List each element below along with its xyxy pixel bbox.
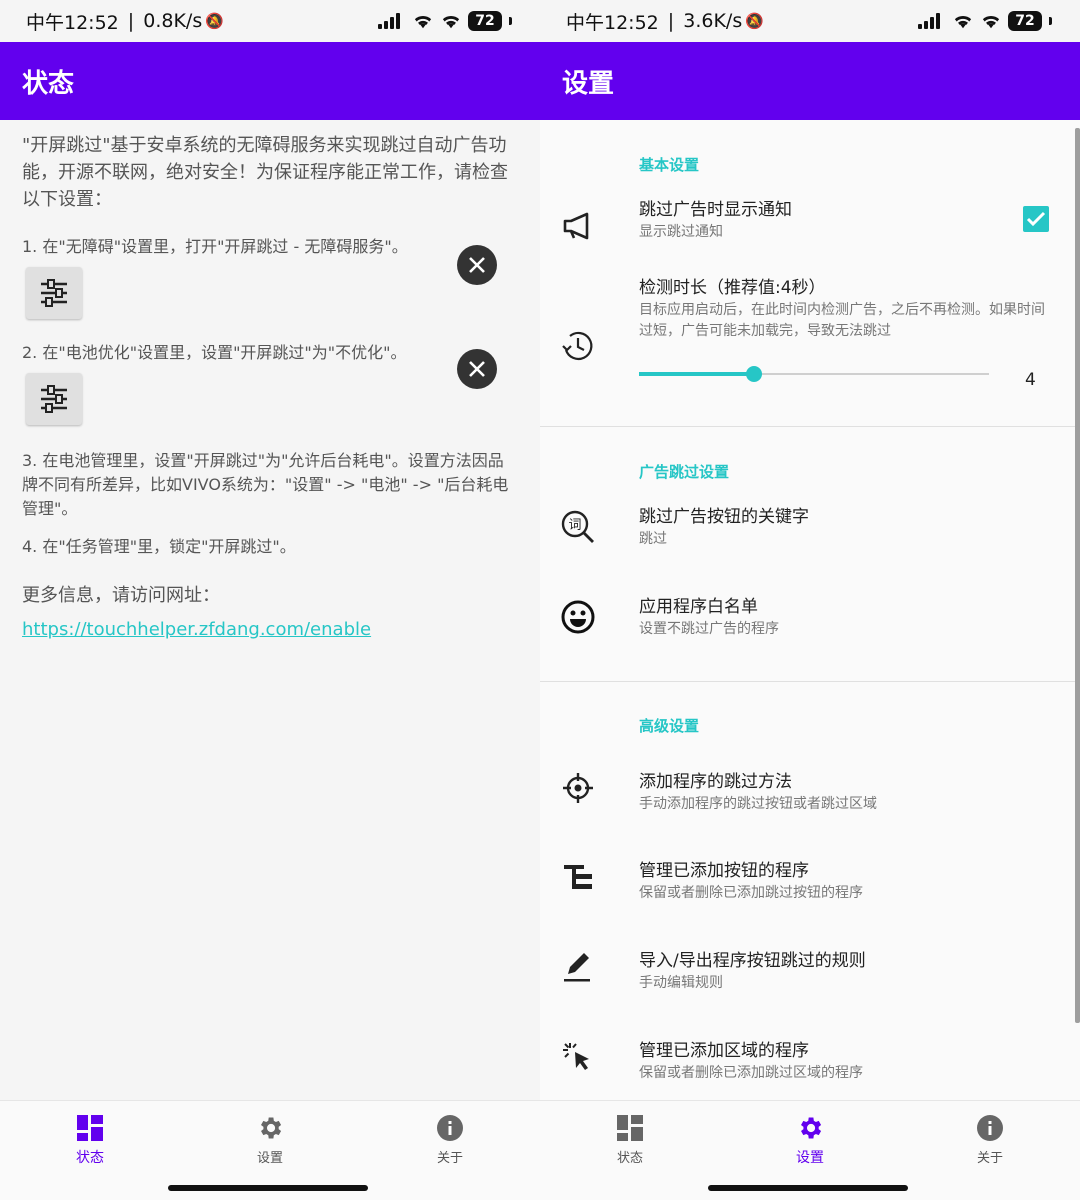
pref-app-whitelist[interactable]: 应用程序白名单 设置不跳过广告的程序: [540, 595, 1080, 681]
pref-title: 添加程序的跳过方法: [639, 772, 792, 792]
step-1-not-ok-icon: [457, 245, 497, 285]
pref-title: 应用程序白名单: [639, 597, 758, 617]
step-4-text: 4. 在"任务管理"里，锁定"开屏跳过"。: [22, 537, 296, 556]
slider-fill: [639, 372, 755, 376]
wifi-icon-2: [982, 15, 1000, 29]
pref-title: 检测时长（推荐值:4秒）: [639, 278, 826, 298]
pref-manage-buttons[interactable]: 管理已添加按钮的程序 保留或者删除已添加跳过按钮的程序: [540, 859, 1080, 949]
duration-slider[interactable]: [639, 362, 989, 386]
pref-detect-duration[interactable]: 检测时长（推荐值:4秒） 目标应用启动后，在此时间内检测广告，之后不再检测。如果…: [540, 276, 1080, 426]
gesture-bar: [708, 1185, 908, 1191]
nav-settings-label: 设置: [796, 1150, 824, 1166]
svg-text:词: 词: [568, 518, 581, 533]
intro-text: "开屏跳过"基于安卓系统的无障碍服务来实现跳过自动广告功能，开源不联网，绝对安全…: [22, 135, 508, 210]
timer-icon: [560, 328, 596, 364]
cell-signal-icon: [918, 13, 940, 29]
pref-title: 跳过广告时显示通知: [639, 200, 792, 220]
pref-show-notification[interactable]: 跳过广告时显示通知 显示跳过通知: [540, 198, 1080, 276]
nav-status[interactable]: 状态: [0, 1101, 180, 1200]
click-pointer-icon: [560, 1039, 596, 1075]
edit-pencil-icon: [560, 949, 596, 985]
mute-icon: 🔕: [205, 12, 224, 30]
pref-import-export-rules[interactable]: 导入/导出程序按钮跳过的规则 手动编辑规则: [540, 949, 1080, 1039]
settings-list: 基本设置 跳过广告时显示通知 显示跳过通知 检测时长（推荐值:4秒） 目标应用启…: [540, 120, 1080, 1129]
pref-summary: 手动编辑规则: [639, 975, 723, 991]
slider-thumb[interactable]: [746, 366, 762, 382]
pref-title: 导入/导出程序按钮跳过的规则: [639, 951, 866, 971]
nav-status-label: 状态: [76, 1150, 104, 1166]
status-screen: 中午12:52 | 0.8K/s 🔕 72 状态 "开屏跳过"基于安卓系统的无障…: [0, 0, 540, 1200]
step-3-text: 3. 在电池管理里，设置"开屏跳过"为"允许后台耗电"。设置方法因品牌不同有所差…: [22, 451, 509, 518]
gesture-bar: [168, 1185, 368, 1191]
pref-summary: 保留或者删除已添加跳过区域的程序: [639, 1065, 863, 1081]
nav-status-label: 状态: [616, 1151, 643, 1166]
slider-value: 4: [1025, 370, 1036, 390]
settings-screen: 中午12:52 | 3.6K/s 🔕 72 设置 基本设置 跳过广告时显示通知: [540, 0, 1080, 1200]
nav-status[interactable]: 状态: [540, 1101, 720, 1200]
pref-skip-keywords[interactable]: 词 跳过广告按钮的关键字 跳过: [540, 505, 1080, 595]
enable-help-link[interactable]: https://touchhelper.zfdang.com/enable: [22, 619, 371, 640]
info-icon: [975, 1113, 1005, 1143]
open-battery-optimization-button[interactable]: [26, 373, 82, 425]
keyword-search-icon: 词: [560, 509, 596, 545]
step-2-text: 2. 在"电池优化"设置里，设置"开屏跳过"为"不优化"。: [22, 343, 407, 362]
bottom-navigation: 状态 设置 关于: [540, 1100, 1080, 1200]
network-speed: 0.8K/s: [143, 10, 203, 32]
info-icon: [435, 1113, 465, 1143]
status-bar: 中午12:52 | 0.8K/s 🔕 72: [0, 0, 540, 42]
nav-about-label: 关于: [436, 1151, 463, 1166]
clock: 中午12:52: [26, 11, 119, 34]
network-speed: 3.6K/s: [683, 10, 743, 32]
tune-icon: [41, 279, 67, 307]
more-info-text: 更多信息，请访问网址：: [22, 585, 220, 606]
scrollbar[interactable]: [1075, 128, 1080, 1023]
category-ad-skip: 广告跳过设置: [639, 463, 730, 481]
category-basic: 基本设置: [639, 156, 700, 174]
tune-icon: [41, 385, 67, 413]
clock: 中午12:52: [566, 11, 659, 34]
pref-summary: 目标应用启动后，在此时间内检测广告，之后不再检测。如果时间过短，广告可能未加载完…: [639, 302, 1045, 339]
list-tree-icon: [560, 859, 596, 895]
step-1-text: 1. 在"无障碍"设置里，打开"开屏跳过 - 无障碍服务"。: [22, 237, 408, 256]
wifi-icon-2: [442, 15, 460, 29]
pref-summary: 手动添加程序的跳过按钮或者跳过区域: [639, 796, 877, 812]
gear-icon: [795, 1113, 825, 1143]
pref-summary: 保留或者删除已添加跳过按钮的程序: [639, 885, 863, 901]
pref-title: 跳过广告按钮的关键字: [639, 507, 809, 527]
status-bar: 中午12:52 | 3.6K/s 🔕 72: [540, 0, 1080, 42]
battery-icon: 72: [1008, 11, 1042, 31]
notification-checkbox[interactable]: [1023, 206, 1049, 232]
bottom-navigation: 状态 设置 关于: [0, 1100, 540, 1200]
smiley-icon: [560, 599, 596, 635]
nav-settings-label: 设置: [256, 1151, 283, 1166]
open-accessibility-settings-button[interactable]: [26, 267, 82, 319]
nav-about[interactable]: 关于: [360, 1101, 540, 1200]
battery-icon: 72: [468, 11, 502, 31]
pref-summary: 跳过: [639, 531, 667, 547]
mute-icon: 🔕: [745, 12, 764, 30]
dashboard-icon: [75, 1113, 105, 1143]
gear-icon: [255, 1113, 285, 1143]
pref-add-skip-method[interactable]: 添加程序的跳过方法 手动添加程序的跳过按钮或者跳过区域: [540, 770, 1080, 859]
wifi-icon: [954, 15, 972, 29]
page-title: 状态: [0, 42, 540, 120]
category-advanced: 高级设置: [639, 717, 700, 735]
cell-signal-icon: [378, 13, 400, 29]
dashboard-icon: [615, 1113, 645, 1143]
nav-about-label: 关于: [976, 1151, 1003, 1166]
pref-title: 管理已添加按钮的程序: [639, 861, 809, 881]
pref-summary: 显示跳过通知: [639, 224, 723, 240]
pref-summary: 设置不跳过广告的程序: [639, 621, 779, 637]
wifi-icon: [414, 15, 432, 29]
pref-title: 管理已添加区域的程序: [639, 1041, 809, 1061]
page-title: 设置: [540, 42, 1080, 120]
megaphone-icon: [560, 208, 596, 244]
nav-about[interactable]: 关于: [900, 1101, 1080, 1200]
crosshair-icon: [560, 770, 596, 806]
step-2-not-ok-icon: [457, 349, 497, 389]
